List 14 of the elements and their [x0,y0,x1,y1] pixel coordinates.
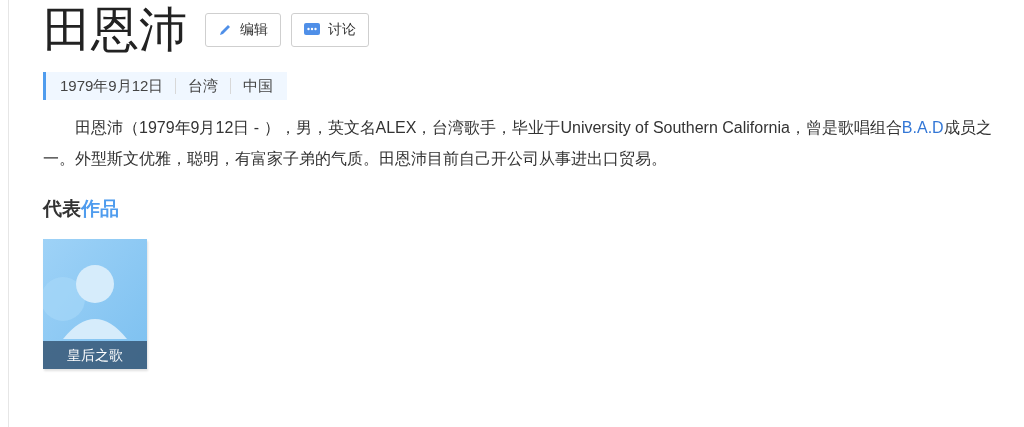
summary-paragraph: 田恩沛（1979年9月12日 - ），男，英文名ALEX，台湾歌手，毕业于University of Southern California，曾是歌唱组合B.A.D成员之一。外型斯文优雅，聪明，有富家子弟的气质。田恩沛目前自己开公司从事进出口贸易。 [43,118,993,169]
discuss-button[interactable]: 讨论 [291,13,369,47]
work-card[interactable]: 皇后之歌 [43,239,147,369]
info-item: 台湾 [188,76,219,96]
info-item: 中国 [243,76,274,96]
edit-button[interactable]: 编辑 [205,13,281,47]
info-item: 1979年9月12日 [60,76,164,96]
section-heading-highlight: 作品 [81,197,119,221]
chat-bubble-icon [304,23,320,37]
section-heading: 代表 [43,197,81,221]
pencil-icon [218,23,232,37]
group-link[interactable]: B.A.D [901,119,944,136]
work-caption: 皇后之歌 [43,341,147,369]
page-title: 田恩沛 [43,2,187,58]
